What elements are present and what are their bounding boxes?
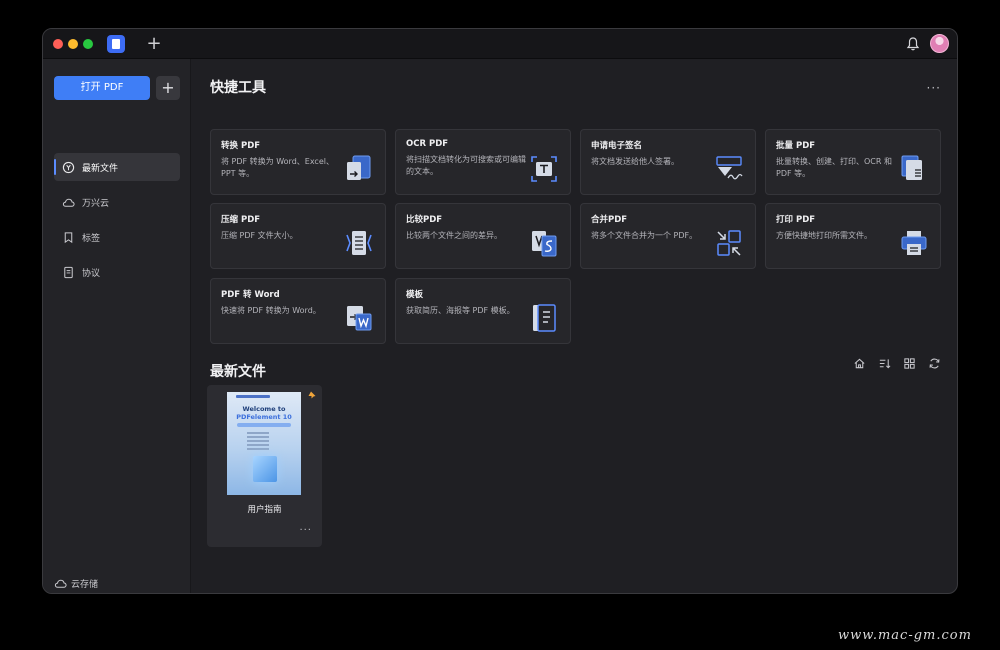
- cloud-storage-label: 云存储: [71, 580, 99, 590]
- recent-files-toolbar: [853, 357, 941, 370]
- app-window: + 打开 PDF + 最新文件 万兴云 标签 协议 云存储 快捷工具 ··· 转…: [42, 28, 958, 594]
- minimize-window-button[interactable]: [68, 39, 78, 49]
- merge-icon: [717, 230, 741, 256]
- tool-title: 比较PDF: [406, 215, 443, 225]
- sidebar-item-label: 标签: [82, 233, 101, 244]
- tool-description: 比较两个文件之间的差异。: [406, 231, 502, 240]
- sidebar-item-label: 最新文件: [82, 163, 119, 174]
- tool-description: 压缩 PDF 文件大小。: [221, 231, 298, 240]
- thumbnail-logo: [236, 395, 270, 398]
- thumbnail-line: [247, 432, 269, 434]
- tool-description: 批量转换、创建、打印、OCR 和 PDF 等。: [776, 157, 892, 178]
- tool-card-merge-pdf[interactable]: 合并PDF 将多个文件合并为一个 PDF。: [580, 203, 756, 269]
- sort-icon[interactable]: [878, 357, 891, 370]
- thumbnail-cube-graphic: [253, 456, 277, 482]
- tool-card-convert-pdf[interactable]: 转换 PDF 将 PDF 转换为 Word、Excel、PPT 等。: [210, 129, 386, 195]
- tool-card-esign[interactable]: 申请电子签名 将文档发送给他人签署。: [580, 129, 756, 195]
- home-icon[interactable]: [853, 357, 866, 370]
- tool-description: 获取简历、海报等 PDF 模板。: [406, 306, 515, 315]
- template-icon: [533, 304, 556, 332]
- thumbnail-banner: [237, 423, 291, 427]
- tool-card-ocr-pdf[interactable]: OCR PDF 将扫描文档转化为可搜索或可编辑的文本。: [395, 129, 571, 195]
- tool-card-compare-pdf[interactable]: 比较PDF 比较两个文件之间的差异。: [395, 203, 571, 269]
- close-window-button[interactable]: [53, 39, 63, 49]
- tool-title: 批量 PDF: [776, 141, 816, 151]
- notification-bell-icon[interactable]: [905, 36, 921, 52]
- tool-title: PDF 转 Word: [221, 290, 280, 300]
- user-avatar[interactable]: [930, 34, 949, 53]
- compare-icon: [532, 231, 557, 257]
- sidebar-item-recent[interactable]: 最新文件: [54, 153, 180, 181]
- create-new-button[interactable]: +: [156, 76, 180, 100]
- tool-description: 将扫描文档转化为可搜索或可编辑的文本。: [406, 155, 526, 176]
- file-thumbnail[interactable]: Welcome to PDFelement 10: [227, 392, 301, 495]
- cloud-storage[interactable]: 云存储: [54, 577, 98, 590]
- refresh-icon[interactable]: [928, 357, 941, 370]
- tool-description: 方便快捷地打印所需文件。: [776, 231, 872, 240]
- thumbnail-line: [247, 440, 269, 442]
- thumbnail-line: [247, 444, 269, 446]
- sidebar-item-cloud[interactable]: 万兴云: [54, 188, 180, 216]
- thumbnail-line: [247, 436, 269, 438]
- document-icon: [64, 266, 73, 278]
- tool-description: 快速将 PDF 转换为 Word。: [221, 306, 321, 315]
- tool-card-compress-pdf[interactable]: 压缩 PDF 压缩 PDF 文件大小。: [210, 203, 386, 269]
- batch-icon: [901, 155, 922, 180]
- title-bar: +: [43, 29, 957, 59]
- new-tab-button[interactable]: +: [143, 32, 165, 56]
- tool-card-templates[interactable]: 模板 获取简历、海报等 PDF 模板。: [395, 278, 571, 344]
- compress-icon: [346, 231, 372, 255]
- recent-file-card[interactable]: Welcome to PDFelement 10 用户指南 ···: [207, 385, 322, 547]
- tool-description: 将多个文件合并为一个 PDF。: [591, 231, 698, 240]
- tool-title: OCR PDF: [406, 139, 449, 149]
- pin-icon[interactable]: [308, 391, 316, 399]
- tool-title: 合并PDF: [591, 215, 628, 225]
- tool-description: 将 PDF 转换为 Word、Excel、PPT 等。: [221, 157, 334, 178]
- file-name: 用户指南: [247, 505, 282, 515]
- tool-title: 申请电子签名: [591, 141, 643, 151]
- grid-view-icon[interactable]: [903, 357, 916, 370]
- tool-card-pdf-to-word[interactable]: PDF 转 Word 快速将 PDF 转换为 Word。: [210, 278, 386, 344]
- main-content: 快捷工具 ··· 转换 PDF 将 PDF 转换为 Word、Excel、PPT…: [192, 59, 957, 593]
- open-pdf-button[interactable]: 打开 PDF: [54, 76, 150, 100]
- thumbnail-brand-text: PDFelement 10: [236, 413, 292, 421]
- tool-title: 转换 PDF: [221, 141, 261, 151]
- tool-title: 模板: [406, 290, 424, 300]
- ocr-icon: [531, 156, 557, 182]
- print-icon: [901, 231, 927, 255]
- cloud-storage-icon: [54, 579, 67, 588]
- recent-files-title: 最新文件: [210, 364, 266, 380]
- recent-icon: [62, 161, 75, 173]
- sidebar-item-bookmarks[interactable]: 标签: [54, 223, 180, 251]
- watermark: www.mac-gm.com: [838, 628, 972, 643]
- sidebar-item-agreements[interactable]: 协议: [54, 258, 180, 286]
- sidebar: 打开 PDF + 最新文件 万兴云 标签 协议 云存储: [43, 59, 191, 593]
- tool-title: 打印 PDF: [776, 215, 816, 225]
- sidebar-item-label: 万兴云: [82, 198, 110, 209]
- quick-tools-more-button[interactable]: ···: [927, 81, 941, 95]
- thumbnail-welcome-text: Welcome to: [242, 405, 286, 413]
- pdf-to-word-icon: [347, 306, 372, 331]
- bookmark-icon: [64, 231, 73, 243]
- tool-title: 压缩 PDF: [221, 215, 261, 225]
- cloud-icon: [62, 198, 75, 207]
- thumbnail-line: [247, 448, 269, 450]
- sidebar-item-label: 协议: [82, 268, 101, 279]
- tool-description: 将文档发送给他人签署。: [591, 157, 679, 166]
- app-home-tab-icon[interactable]: [107, 35, 125, 53]
- convert-icon: [347, 155, 371, 180]
- tool-card-batch-pdf[interactable]: 批量 PDF 批量转换、创建、打印、OCR 和 PDF 等。: [765, 129, 941, 195]
- quick-tools-title: 快捷工具: [210, 80, 266, 96]
- signature-icon: [716, 156, 743, 180]
- file-more-button[interactable]: ···: [299, 525, 312, 536]
- tool-card-print-pdf[interactable]: 打印 PDF 方便快捷地打印所需文件。: [765, 203, 941, 269]
- maximize-window-button[interactable]: [83, 39, 93, 49]
